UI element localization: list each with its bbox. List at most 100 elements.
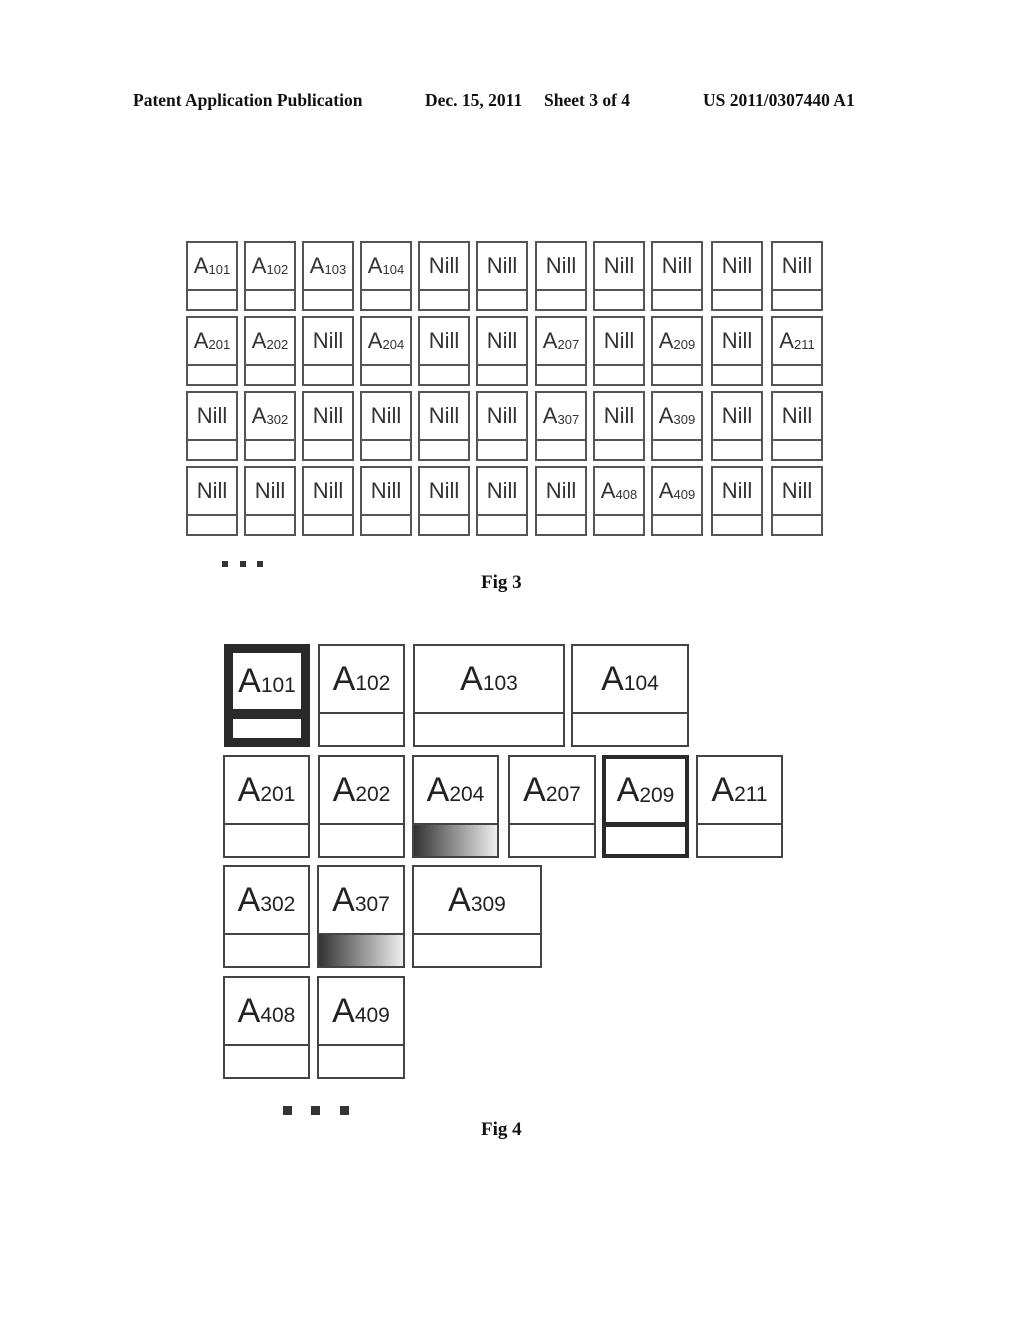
cell-label: Nill — [713, 243, 761, 291]
cell-label: A 302 — [225, 867, 308, 935]
cell-label-prefix: Nill — [721, 478, 753, 503]
cell-label-prefix: Nill — [721, 328, 753, 353]
cell-label-prefix: A — [332, 659, 356, 698]
cell-label: Nill — [537, 243, 585, 291]
cell-label: Nill — [478, 393, 526, 441]
cell-label-subscript: 207 — [557, 336, 580, 352]
cell-label: Nill — [304, 468, 352, 516]
grid-cell: Nill — [593, 241, 645, 311]
cell-label-prefix: Nill — [196, 403, 228, 428]
cell-label-prefix: A — [332, 880, 355, 919]
cell-label-subscript: 409 — [354, 1004, 390, 1027]
cell-label: A 211 — [773, 318, 821, 366]
cell-label: Nill — [773, 393, 821, 441]
cell-label-prefix: Nill — [370, 403, 402, 428]
grid-cell: A 309 — [651, 391, 703, 461]
layout-cell: A 302 — [223, 865, 310, 968]
cell-label-subscript: 102 — [266, 261, 289, 277]
cell-label-prefix: A — [251, 328, 267, 353]
grid-cell: Nill — [418, 316, 470, 386]
grid-cell: Nill — [535, 241, 587, 311]
grid-cell: Nill — [418, 466, 470, 536]
cell-label-prefix: Nill — [312, 328, 344, 353]
cell-label: A 204 — [414, 757, 497, 825]
cell-label-prefix: A — [238, 661, 261, 700]
ellipsis-dot — [240, 561, 246, 567]
cell-label-prefix: Nill — [312, 478, 344, 503]
layout-cell: A 202 — [318, 755, 405, 858]
publication-label: Patent Application Publication — [133, 90, 363, 110]
cell-label-subscript: 204 — [382, 336, 405, 352]
layout-cell: A 211 — [696, 755, 783, 858]
cell-label-prefix: A — [711, 770, 735, 809]
cell-footer — [225, 825, 308, 856]
cell-label-prefix: Nill — [661, 253, 693, 278]
cell-label-subscript: 104 — [382, 261, 405, 277]
cell-label: A 201 — [188, 318, 236, 366]
cell-label-subscript: 309 — [673, 411, 696, 427]
cell-label-prefix: Nill — [428, 403, 460, 428]
grid-cell: Nill — [711, 391, 763, 461]
cell-label-subscript: 302 — [266, 411, 289, 427]
cell-label-prefix: Nill — [428, 478, 460, 503]
cell-label: Nill — [188, 468, 236, 516]
grid-cell: A 202 — [244, 316, 296, 386]
cell-label: Nill — [362, 468, 410, 516]
grid-cell: A 307 — [535, 391, 587, 461]
cell-label: A 207 — [510, 757, 594, 825]
grid-cell: Nill — [476, 466, 528, 536]
cell-label: A 207 — [537, 318, 585, 366]
cell-label: Nill — [304, 393, 352, 441]
cell-label: A 307 — [319, 867, 403, 935]
layout-cell: A 408 — [223, 976, 310, 1079]
cell-label: Nill — [537, 468, 585, 516]
cell-label-subscript: 207 — [545, 783, 581, 806]
cell-footer — [510, 825, 594, 856]
cell-label-subscript: 409 — [673, 486, 696, 502]
ellipsis-dot — [257, 561, 263, 567]
sheet-number: Sheet 3 of 4 — [544, 90, 631, 110]
cell-label: Nill — [420, 318, 468, 366]
cell-label-subscript: 209 — [639, 783, 675, 807]
cell-label-prefix: A — [193, 328, 209, 353]
cell-label: A 104 — [362, 243, 410, 291]
cell-label: A 211 — [698, 757, 781, 825]
cell-label-prefix: A — [332, 770, 356, 809]
cell-label-prefix: Nill — [721, 403, 753, 428]
cell-footer — [698, 825, 781, 856]
cell-label-prefix: A — [367, 328, 383, 353]
cell-label: Nill — [713, 468, 761, 516]
cell-label-prefix: A — [616, 771, 640, 809]
grid-cell: Nill — [476, 391, 528, 461]
grid-cell: Nill — [593, 391, 645, 461]
cell-footer — [225, 935, 308, 966]
cell-label: Nill — [653, 243, 701, 291]
cell-label-subscript: 211 — [793, 336, 815, 352]
grid-cell: A 302 — [244, 391, 296, 461]
cell-label-subscript: 408 — [260, 1004, 296, 1027]
cell-label: Nill — [595, 318, 643, 366]
cell-footer — [233, 719, 301, 738]
cell-label-subscript: 211 — [734, 783, 768, 806]
gradient-indicator — [414, 825, 497, 856]
cell-footer — [320, 825, 403, 856]
cell-label-prefix: Nill — [196, 478, 228, 503]
cell-label: A 209 — [606, 759, 685, 827]
cell-label-prefix: Nill — [312, 403, 344, 428]
ellipsis-dot — [283, 1106, 292, 1115]
ellipsis-dot — [340, 1106, 349, 1115]
layout-cell: A 409 — [317, 976, 405, 1079]
cell-label: Nill — [478, 243, 526, 291]
cell-label-prefix: Nill — [721, 253, 753, 278]
cell-label-prefix: Nill — [781, 403, 813, 428]
cell-label-subscript: 307 — [557, 411, 580, 427]
cell-label-prefix: Nill — [603, 328, 635, 353]
cell-label-prefix: A — [237, 991, 261, 1030]
cell-label: A 204 — [362, 318, 410, 366]
cell-label: Nill — [420, 393, 468, 441]
cell-label: A 409 — [653, 468, 701, 516]
grid-cell: A 211 — [771, 316, 823, 386]
cell-footer — [225, 1046, 308, 1077]
cell-label-prefix: A — [658, 403, 674, 428]
cell-label: A 202 — [320, 757, 403, 825]
